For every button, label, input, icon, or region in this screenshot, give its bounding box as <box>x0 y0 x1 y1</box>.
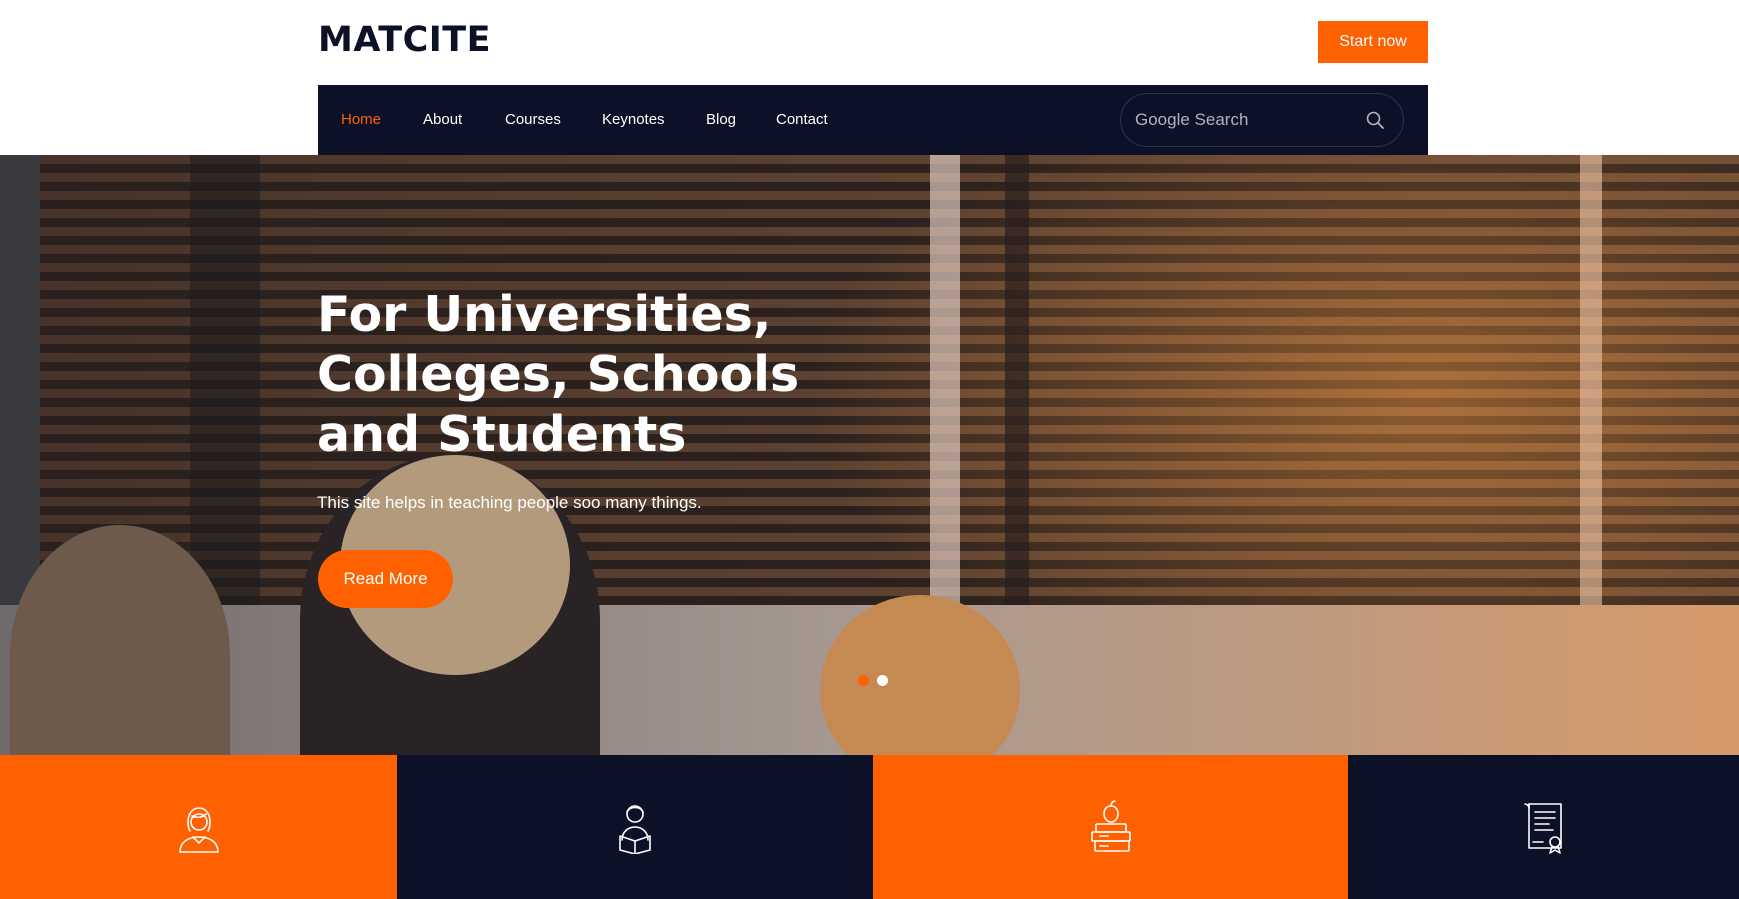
certificate-icon <box>1523 803 1562 854</box>
feature-tile-certificate[interactable] <box>1348 755 1739 899</box>
female-student-icon <box>178 807 219 853</box>
nav-item-courses[interactable]: Courses <box>505 111 561 128</box>
nav-item-keynotes[interactable]: Keynotes <box>602 111 665 128</box>
feature-tile-reading[interactable] <box>397 755 873 899</box>
hero-subtitle: This site helps in teaching people soo m… <box>317 493 702 512</box>
reading-student-icon <box>619 805 651 854</box>
site-logo[interactable]: MATCITE <box>318 20 491 60</box>
feature-tile-books[interactable] <box>873 755 1348 899</box>
slider-dot-1[interactable] <box>858 675 869 686</box>
feature-tile-students[interactable] <box>0 755 397 899</box>
hero-title-line-2: Colleges, Schools <box>317 346 800 403</box>
features-strip <box>0 755 1739 899</box>
slider-dot-2[interactable] <box>877 675 888 686</box>
hero-title-line-3: and Students <box>317 406 687 463</box>
search-icon[interactable] <box>1365 110 1385 130</box>
hero-title: For Universities, Colleges, Schools and … <box>317 285 917 465</box>
hero-banner: For Universities, Colleges, Schools and … <box>0 155 1739 755</box>
search-box <box>1120 93 1404 147</box>
nav-item-home[interactable]: Home <box>341 111 381 128</box>
start-now-button[interactable]: Start now <box>1318 21 1428 63</box>
search-input[interactable] <box>1135 94 1355 146</box>
nav-item-contact[interactable]: Contact <box>776 111 828 128</box>
main-navbar: Home About Courses Keynotes Blog Contact <box>318 85 1428 155</box>
nav-item-blog[interactable]: Blog <box>706 111 736 128</box>
nav-item-about[interactable]: About <box>423 111 462 128</box>
books-apple-icon <box>1090 800 1131 852</box>
hero-title-line-1: For Universities, <box>317 286 772 343</box>
read-more-button[interactable]: Read More <box>318 550 453 608</box>
